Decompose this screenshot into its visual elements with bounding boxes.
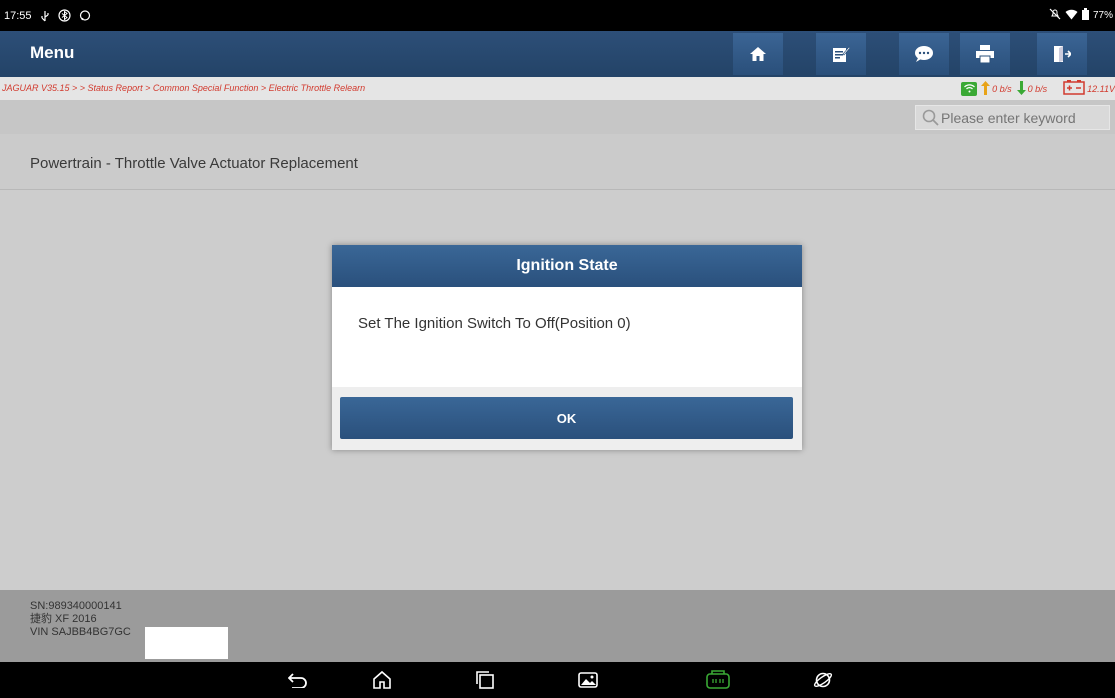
- print-button[interactable]: [960, 33, 1010, 75]
- download-arrow-icon: [1016, 80, 1026, 97]
- ok-button[interactable]: OK: [340, 397, 793, 439]
- menu-title: Menu: [30, 43, 75, 62]
- back-icon[interactable]: [286, 668, 310, 692]
- car-battery-icon: [1063, 80, 1085, 97]
- home-button[interactable]: [733, 33, 783, 75]
- status-bar: 17:55 77%: [0, 0, 1115, 31]
- search-input[interactable]: [939, 109, 1109, 126]
- chat-icon: [915, 46, 933, 62]
- mute-icon: [1049, 8, 1061, 23]
- page-title: Powertrain - Throttle Valve Actuator Rep…: [30, 155, 358, 172]
- download-rate: 0 b/s: [1027, 83, 1048, 94]
- system-nav-bar: [0, 662, 1115, 698]
- dialog-footer: OK: [332, 387, 802, 450]
- print-icon: [976, 45, 994, 63]
- gallery-icon[interactable]: [576, 668, 600, 692]
- voltage-readout: 12.11V: [1087, 83, 1115, 94]
- exit-button[interactable]: [1037, 33, 1087, 75]
- upload-rate: 0 b/s: [992, 83, 1012, 94]
- search-box[interactable]: [915, 105, 1110, 130]
- bluetooth-icon: [58, 9, 72, 23]
- vci-icon[interactable]: [706, 668, 730, 692]
- recents-icon[interactable]: [473, 668, 497, 692]
- wifi-status-icon: [961, 81, 978, 96]
- search-icon: [922, 109, 939, 126]
- dialog-message: Set The Ignition Switch To Off(Position …: [358, 315, 631, 332]
- browser-icon[interactable]: [811, 668, 835, 692]
- breadcrumb: JAGUAR V35.15 > > Status Report > Common…: [2, 83, 366, 93]
- exit-icon: [1054, 46, 1071, 62]
- upload-arrow-icon: [981, 80, 991, 97]
- edit-icon: [833, 46, 850, 62]
- home-nav-icon[interactable]: [370, 668, 394, 692]
- chat-button[interactable]: [899, 33, 949, 75]
- battery-icon: [1081, 8, 1089, 23]
- app-header: Menu: [0, 31, 1115, 77]
- wifi-icon: [1065, 9, 1078, 23]
- vin-redaction: [145, 627, 228, 659]
- battery-percent: 77%: [1092, 10, 1113, 21]
- search-row: [0, 100, 1115, 134]
- function-title-row: Powertrain - Throttle Valve Actuator Rep…: [0, 134, 1115, 190]
- status-time: 17:55: [4, 9, 32, 22]
- breadcrumb-bar: JAGUAR V35.15 > > Status Report > Common…: [0, 77, 1115, 100]
- edit-button[interactable]: [816, 33, 866, 75]
- serial-number: SN:989340000141: [30, 600, 122, 612]
- ignition-dialog: Ignition State Set The Ignition Switch T…: [332, 245, 802, 450]
- dialog-title: Ignition State: [332, 245, 802, 287]
- vehicle-model: 捷豹 XF 2016: [30, 613, 97, 625]
- network-status: 0 b/s 0 b/s 12.11V: [961, 79, 1115, 98]
- home-icon: [750, 47, 766, 61]
- message-icon: [78, 9, 92, 23]
- usb-icon: [38, 9, 52, 23]
